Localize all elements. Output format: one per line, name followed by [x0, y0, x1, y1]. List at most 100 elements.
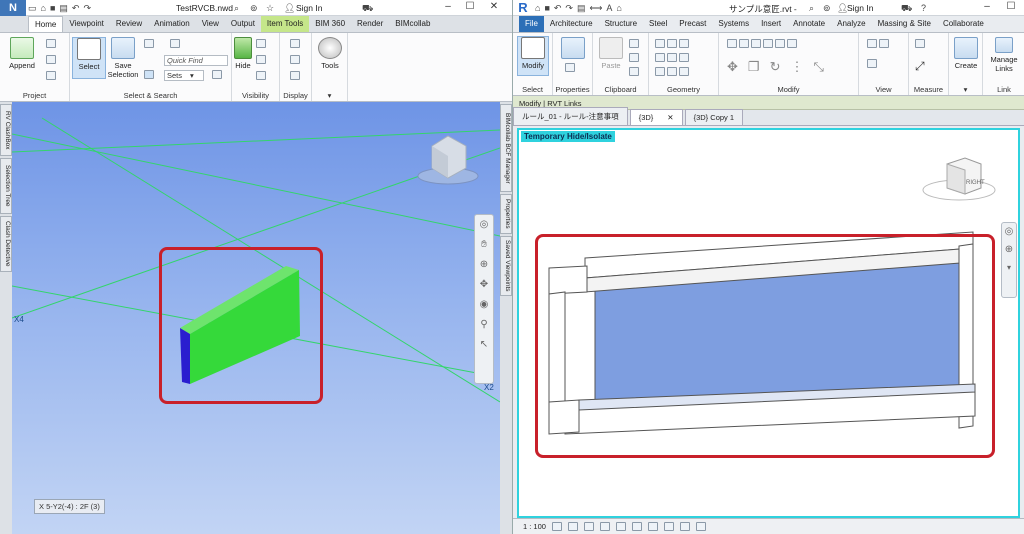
navbar-expand-icon[interactable]: ▾ [1002, 259, 1016, 277]
temporary-hide-icon[interactable] [679, 522, 690, 531]
geometry-row-2[interactable] [655, 53, 689, 62]
hide-unselected-button[interactable] [256, 55, 266, 64]
viewcube-icon[interactable] [417, 135, 479, 185]
tab-viewpoint[interactable]: Viewpoint [63, 16, 110, 32]
tools-expand-icon[interactable]: ▾ [312, 91, 347, 100]
geometry-row-3[interactable] [655, 67, 689, 76]
selection-tree-button[interactable] [144, 70, 154, 79]
match-properties-button[interactable] [629, 67, 639, 76]
revit-viewcube-icon[interactable]: RIGHT [922, 157, 996, 201]
tools-button[interactable]: Tools [316, 37, 344, 70]
maximize-icon[interactable]: ☐ [460, 1, 480, 12]
rv-clashbox-panel-tab[interactable]: RV ClashBox [0, 104, 12, 156]
orbit-icon[interactable]: ✥ [475, 275, 493, 295]
properties-panel-tab[interactable]: Properties [500, 194, 512, 234]
text-icon[interactable]: A [606, 1, 612, 15]
tab-home[interactable]: Home [28, 16, 64, 32]
close-tab-icon[interactable]: ✕ [667, 113, 673, 122]
manage-links-button[interactable]: Manage Links [985, 37, 1023, 73]
tab-animation[interactable]: Animation [148, 16, 196, 32]
view-scale[interactable]: 1 : 100 [523, 522, 546, 531]
cart-icon[interactable]: ⛟ [362, 1, 373, 15]
group-select-label[interactable]: Select [513, 85, 552, 94]
tab-insert[interactable]: Insert [755, 16, 787, 32]
paste-button[interactable]: Paste [597, 37, 625, 70]
sun-path-icon[interactable] [583, 522, 594, 531]
reset-all-button[interactable] [46, 55, 56, 64]
maximize-icon[interactable]: ☐ [1001, 1, 1021, 12]
tab-precast[interactable]: Precast [673, 16, 712, 32]
sets-dropdown[interactable]: Sets ▾ [164, 70, 204, 81]
saved-viewpoints-panel-tab[interactable]: Saved Viewpoints [500, 236, 512, 296]
selection-tree-panel-tab[interactable]: Selection Tree [0, 158, 12, 214]
minimize-icon[interactable]: – [438, 1, 458, 12]
reveal-hidden-icon[interactable] [695, 522, 706, 531]
cart-icon[interactable]: ⛟ [901, 1, 912, 15]
require-button[interactable] [256, 39, 266, 48]
tab-view[interactable]: View [196, 16, 225, 32]
navisworks-logo[interactable]: N [0, 0, 26, 16]
detail-level-icon[interactable] [551, 522, 562, 531]
shadows-icon[interactable] [599, 522, 610, 531]
binoculars-icon[interactable]: ⊚ [823, 1, 831, 15]
view-tab-sheet[interactable]: ルール_01 - ルール-注意事項 [513, 107, 628, 125]
select-all-button[interactable] [144, 39, 180, 48]
clash-detective-panel-tab[interactable]: Clash Detective [0, 216, 12, 272]
tab-item-tools[interactable]: Item Tools [260, 16, 310, 32]
walk-icon[interactable]: ⚲ [475, 315, 493, 335]
tab-steel[interactable]: Steel [643, 16, 673, 32]
crop-view-icon[interactable] [631, 522, 642, 531]
save-icon[interactable]: ■ [544, 1, 549, 15]
binoculars-icon[interactable]: ⊚ [250, 1, 258, 15]
tab-architecture[interactable]: Architecture [544, 16, 599, 32]
star-icon[interactable]: ☆ [266, 1, 274, 15]
lock-view-icon[interactable] [663, 522, 674, 531]
search-icon[interactable]: ⌕ [809, 1, 814, 15]
quick-find-input[interactable]: Quick Find [164, 55, 228, 66]
view-row-2[interactable] [867, 59, 877, 68]
tab-systems[interactable]: Systems [712, 16, 755, 32]
zoom-icon[interactable]: ⊕ [475, 255, 493, 275]
create-button[interactable]: Create [951, 37, 981, 70]
properties-button[interactable] [290, 71, 300, 80]
rendering-icon[interactable] [615, 522, 626, 531]
measure-icon[interactable]: ⟷ [589, 1, 602, 15]
links-button[interactable] [290, 39, 300, 48]
type-properties-button[interactable] [565, 63, 575, 72]
view-row-1[interactable] [867, 39, 889, 48]
tab-review[interactable]: Review [110, 16, 148, 32]
tab-bim360[interactable]: BIM 360 [309, 16, 351, 32]
visual-style-icon[interactable] [567, 522, 578, 531]
minimize-icon[interactable]: – [977, 1, 997, 12]
hide-button[interactable]: Hide [232, 37, 254, 70]
select-tool-icon[interactable]: ↖ [475, 335, 493, 355]
geometry-row-1[interactable] [655, 39, 689, 48]
undo-icon[interactable]: ↶ [72, 1, 80, 15]
cut-button[interactable] [629, 39, 639, 48]
refresh-button[interactable] [46, 39, 56, 48]
tab-annotate[interactable]: Annotate [787, 16, 831, 32]
full-navigation-wheel-icon[interactable]: ◎ [1002, 223, 1016, 241]
search-icon[interactable]: ⌕ [234, 1, 239, 15]
tab-massing-site[interactable]: Massing & Site [872, 16, 937, 32]
modify-button[interactable]: Modify [517, 36, 549, 76]
new-icon[interactable]: ▭ [28, 1, 37, 15]
pan-icon[interactable]: ✋︎ [475, 235, 493, 255]
redo-icon[interactable]: ↷ [83, 1, 91, 15]
properties-button[interactable] [561, 37, 585, 61]
bcf-manager-panel-tab[interactable]: BIMcollab BCF Manager [500, 104, 512, 192]
3d-view-icon[interactable]: ⌂ [616, 1, 621, 15]
show-crop-icon[interactable] [647, 522, 658, 531]
dimension-button[interactable]: ⤢ [915, 59, 925, 74]
tab-structure[interactable]: Structure [599, 16, 643, 32]
revit-logo[interactable]: R [513, 0, 533, 16]
view-tab-3d[interactable]: {3D} ✕ [629, 109, 683, 125]
select-button[interactable]: Select [72, 37, 106, 79]
tab-render[interactable]: Render [351, 16, 389, 32]
close-icon[interactable]: ✕ [484, 1, 504, 12]
steering-wheel-icon[interactable]: ◎ [475, 215, 493, 235]
undo-icon[interactable]: ↶ [554, 1, 562, 15]
print-icon[interactable]: ▤ [577, 1, 586, 15]
file-options-button[interactable] [46, 71, 56, 80]
tab-analyze[interactable]: Analyze [831, 16, 871, 32]
